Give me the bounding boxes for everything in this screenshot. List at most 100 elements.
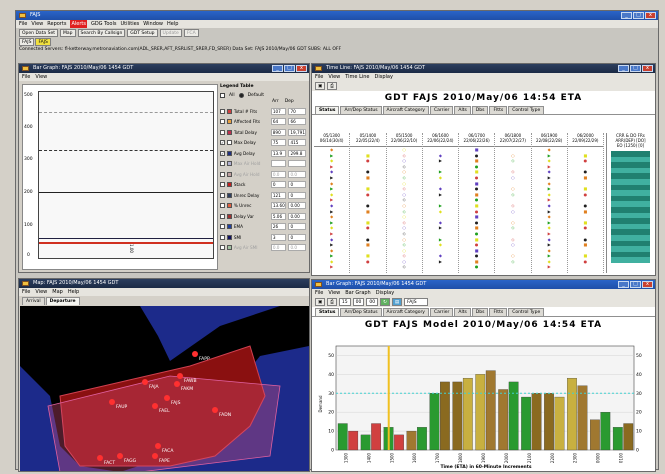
flight-marker[interactable] xyxy=(568,264,603,270)
airport-tab-fajs-active[interactable]: FAJS xyxy=(35,38,51,46)
airport-tab-fajs[interactable]: FAJS xyxy=(19,38,35,46)
flight-marker[interactable] xyxy=(350,264,385,270)
minimize-button[interactable]: _ xyxy=(621,12,632,19)
demand-bar[interactable] xyxy=(475,374,486,451)
tab-dbs[interactable]: Dbs xyxy=(471,106,489,114)
flight-marker[interactable]: ▶ xyxy=(314,264,349,270)
menu-help[interactable]: Help xyxy=(167,20,178,28)
menu-window[interactable]: Window xyxy=(143,20,163,28)
demand-bar[interactable] xyxy=(394,434,404,451)
demand-bar[interactable] xyxy=(521,396,531,451)
demand-bar[interactable] xyxy=(462,377,473,451)
demand-bar[interactable] xyxy=(531,393,542,451)
airport-field[interactable]: FAJS xyxy=(404,298,429,306)
maximize-button[interactable]: □ xyxy=(284,65,295,72)
menu-file[interactable]: File xyxy=(315,289,323,297)
tab-control-type[interactable]: Control Type xyxy=(508,106,545,114)
menu-map[interactable]: Map xyxy=(52,288,63,296)
close-button[interactable]: x xyxy=(642,65,653,72)
maximize-button[interactable]: □ xyxy=(630,65,641,72)
demand-bar[interactable] xyxy=(485,370,496,451)
demand-bar[interactable] xyxy=(348,430,359,451)
menu-file[interactable]: File xyxy=(22,288,30,296)
tab-aircraft-category[interactable]: Aircraft Category xyxy=(382,106,429,114)
legend-checkbox[interactable] xyxy=(220,234,225,240)
tab-status[interactable]: Status xyxy=(315,308,340,316)
close-button[interactable]: x xyxy=(645,12,656,19)
airport-marker[interactable] xyxy=(142,379,148,385)
map-button[interactable]: Map xyxy=(60,29,76,37)
tab-arr-dep-status[interactable]: Arr/Dep Status xyxy=(340,308,382,316)
legend-checkbox[interactable] xyxy=(220,224,225,230)
demand-bar[interactable] xyxy=(371,423,381,451)
legend-checkbox[interactable] xyxy=(220,245,225,251)
tab-carrier[interactable]: Carrier xyxy=(429,106,454,114)
demand-bar[interactable] xyxy=(360,434,371,451)
menu-view[interactable]: View xyxy=(35,73,47,81)
demand-bar[interactable] xyxy=(544,393,554,451)
menu-file[interactable]: File xyxy=(315,73,323,81)
flight-marker[interactable] xyxy=(495,264,530,270)
legend-checkbox[interactable] xyxy=(220,203,225,209)
flight-marker[interactable]: ▶ xyxy=(532,264,567,270)
tab-departure[interactable]: Departure xyxy=(45,297,80,305)
legend-checkbox[interactable] xyxy=(220,161,225,167)
update-button[interactable]: Update xyxy=(159,29,182,37)
demand-bar[interactable] xyxy=(440,381,450,451)
airport-marker[interactable] xyxy=(164,395,170,401)
legend-checkbox[interactable] xyxy=(220,119,225,125)
tab-alts[interactable]: Alts xyxy=(454,308,471,316)
legend-all-checkbox[interactable] xyxy=(220,92,225,98)
menu-view[interactable]: View xyxy=(328,73,340,81)
airport-marker[interactable] xyxy=(152,453,158,459)
tab-fltts[interactable]: Fltts xyxy=(489,308,508,316)
demand-bar[interactable] xyxy=(406,430,417,451)
legend-checkbox[interactable] xyxy=(220,192,225,198)
minimize-button[interactable]: _ xyxy=(272,65,283,72)
airport-marker[interactable] xyxy=(117,453,123,459)
airport-marker[interactable] xyxy=(212,407,218,413)
demand-bar[interactable] xyxy=(429,393,440,451)
menu-file[interactable]: File xyxy=(22,73,30,81)
demand-bar[interactable] xyxy=(452,381,463,451)
tab-fltts[interactable]: Fltts xyxy=(489,106,508,114)
menu-file[interactable]: File xyxy=(19,20,27,28)
gdt-setup-button[interactable]: GDT Setup xyxy=(127,29,158,37)
tab-status[interactable]: Status xyxy=(315,106,340,114)
close-button[interactable]: x xyxy=(296,65,307,72)
map-canvas[interactable]: FAPP FAJA FAKM FAWB FAJS FAUP FAEL FADN FACA FACT… xyxy=(20,306,309,472)
flight-marker[interactable]: ◇ xyxy=(387,264,422,270)
maximize-button[interactable]: □ xyxy=(630,281,641,288)
save-icon[interactable]: ▣ xyxy=(315,298,326,306)
second-field[interactable]: 00 xyxy=(366,298,379,306)
minute-field[interactable]: 00 xyxy=(352,298,365,306)
refresh-icon[interactable]: ↻ xyxy=(380,298,390,306)
demand-bar[interactable] xyxy=(508,381,519,451)
airport-marker[interactable] xyxy=(177,373,183,379)
demand-bar[interactable] xyxy=(417,427,427,451)
tab-arr-dep-status[interactable]: Arr/Dep Status xyxy=(340,106,382,114)
menu-view[interactable]: View xyxy=(328,289,340,297)
save-icon[interactable]: ▣ xyxy=(315,82,326,90)
side-flight-marker[interactable] xyxy=(611,257,650,263)
airport-marker[interactable] xyxy=(155,443,161,449)
tab-arrival[interactable]: Arrival xyxy=(22,297,45,305)
legend-checkbox[interactable] xyxy=(220,129,225,135)
legend-checkbox[interactable] xyxy=(220,213,225,219)
airport-marker[interactable] xyxy=(109,399,115,405)
menu-gdg-tools[interactable]: GDG Tools xyxy=(91,20,117,28)
open-data-set-button[interactable]: Open Data Set xyxy=(19,29,59,37)
maximize-button[interactable]: □ xyxy=(633,12,644,19)
legend-checkbox[interactable] xyxy=(220,171,225,177)
demand-bar[interactable] xyxy=(567,377,577,451)
hour-field[interactable]: 15 xyxy=(338,298,351,306)
demand-bar[interactable] xyxy=(337,423,348,451)
print-icon[interactable]: ⎙ xyxy=(327,82,337,90)
menu-time-line[interactable]: Time Line xyxy=(345,73,369,81)
menu-view[interactable]: View xyxy=(31,20,43,28)
close-button[interactable]: x xyxy=(642,281,653,288)
flight-marker[interactable] xyxy=(423,264,458,270)
menu-display[interactable]: Display xyxy=(376,289,394,297)
legend-checkbox[interactable] xyxy=(220,108,225,114)
menu-view[interactable]: View xyxy=(35,288,47,296)
